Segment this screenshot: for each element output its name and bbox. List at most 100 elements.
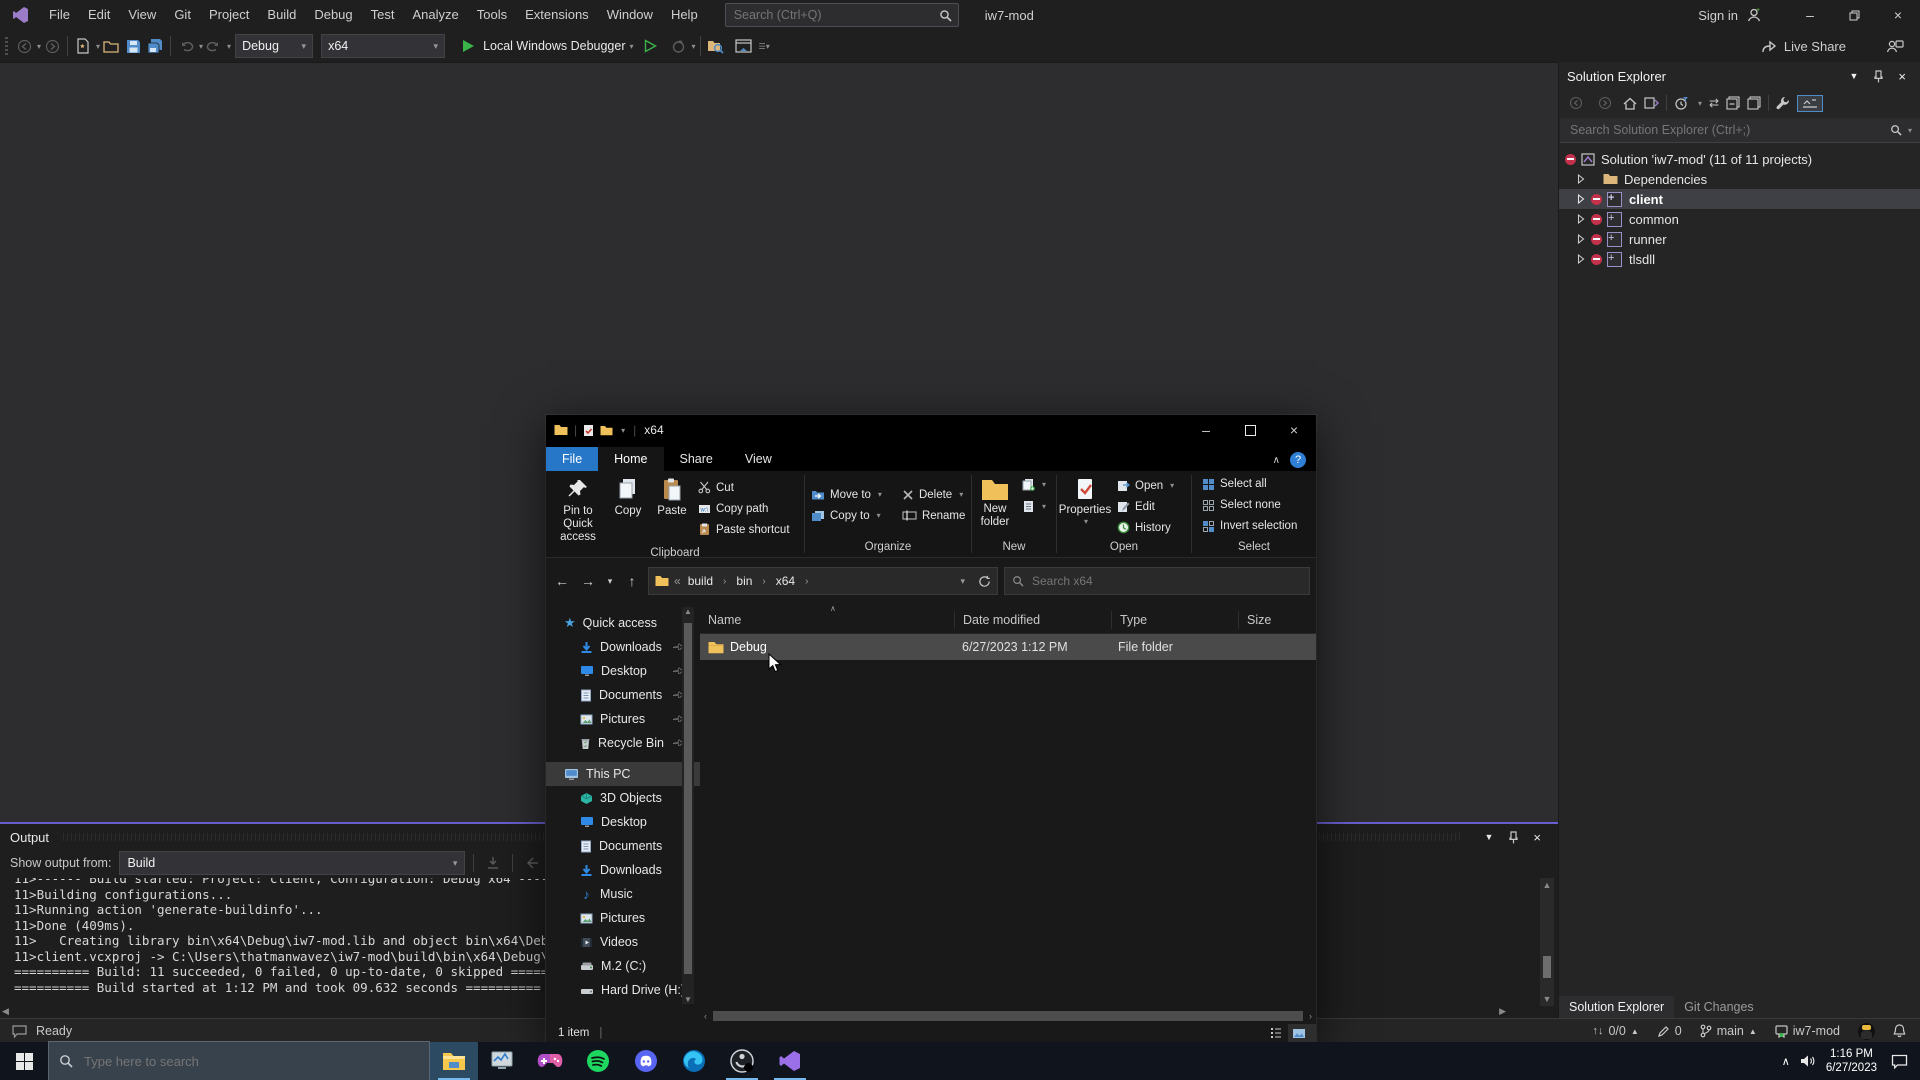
nav-quick-access[interactable]: ★ Quick access <box>546 611 700 635</box>
menu-file[interactable]: File <box>40 0 79 30</box>
menu-view[interactable]: View <box>119 0 165 30</box>
nav-scrollbar[interactable]: ▲ ▼ <box>682 607 694 1004</box>
run-target-label[interactable]: Local Windows Debugger <box>483 39 625 53</box>
profiler-icon[interactable] <box>668 35 690 57</box>
se-search-caret[interactable]: ▾ <box>1908 126 1912 135</box>
solution-explorer-search[interactable]: ▾ <box>1560 118 1920 143</box>
se-switch-views-icon[interactable] <box>1644 96 1659 110</box>
nav-desktop[interactable]: Desktop <box>546 810 700 834</box>
find-message-icon[interactable] <box>482 852 504 874</box>
output-source-dropdown[interactable]: Build▾ <box>119 851 465 875</box>
toolbar-grip[interactable] <box>5 37 8 55</box>
new-item-button[interactable]: ▾ <box>1018 476 1050 492</box>
action-center-icon[interactable] <box>1887 1054 1908 1069</box>
feedback-icon[interactable] <box>0 1019 36 1043</box>
nav-drive-h[interactable]: Hard Drive (H:) <box>546 978 700 1002</box>
platform-dropdown[interactable]: x64▾ <box>321 34 445 58</box>
cut-button[interactable]: Cut <box>694 477 794 498</box>
se-wrench-icon[interactable] <box>1776 96 1790 110</box>
sort-ascending-caret[interactable]: ∧ <box>830 604 836 613</box>
live-share-label[interactable]: Live Share <box>1784 39 1846 54</box>
nav-drive-c[interactable]: M.2 (C:) <box>546 954 700 978</box>
paste-shortcut-button[interactable]: Paste shortcut <box>694 519 794 540</box>
nav-downloads[interactable]: Downloads <box>546 858 700 882</box>
thumbnails-view-button[interactable] <box>1288 1024 1316 1042</box>
find-in-files-icon[interactable] <box>705 35 727 57</box>
se-back-icon[interactable] <box>1565 92 1587 114</box>
expander-icon[interactable] <box>1573 174 1589 184</box>
se-pending-changes-filter-icon[interactable] <box>1674 96 1689 110</box>
taskbar-search[interactable] <box>48 1041 430 1080</box>
new-folder-button[interactable]: New folder <box>972 473 1018 529</box>
menu-window[interactable]: Window <box>598 0 662 30</box>
breadcrumb-build[interactable]: build <box>686 574 715 588</box>
explorer-minimize-button[interactable]: – <box>1184 415 1228 445</box>
pin-panel-icon[interactable] <box>1866 70 1891 83</box>
back-button[interactable]: ← <box>552 573 572 589</box>
git-sync-status[interactable]: ↑↓0/0▲ <box>1583 1019 1647 1043</box>
taskbar-obs[interactable] <box>718 1042 766 1080</box>
column-name[interactable]: Name <box>700 611 955 629</box>
refresh-icon[interactable] <box>978 575 991 588</box>
toolbar-overflow-caret[interactable]: ☰▾ <box>759 42 770 51</box>
breadcrumb-bin[interactable]: bin <box>734 574 754 588</box>
easy-access-button[interactable]: ▾ <box>1018 498 1050 514</box>
taskbar-spotify[interactable] <box>574 1042 622 1080</box>
nav-3d-objects[interactable]: 3D Objects <box>546 786 700 810</box>
se-show-all-files-icon[interactable] <box>1797 95 1823 112</box>
address-field[interactable]: « build› bin› x64› ▾ <box>648 567 998 595</box>
qat-customize-caret[interactable]: ▾ <box>621 426 625 435</box>
tree-item-tlsdll[interactable]: tlsdll <box>1559 249 1920 269</box>
redo-icon[interactable] <box>203 35 225 57</box>
forward-button[interactable]: → <box>578 573 598 589</box>
tab-solution-explorer[interactable]: Solution Explorer <box>1559 996 1674 1018</box>
taskbar-discord[interactable] <box>622 1042 670 1080</box>
configuration-dropdown[interactable]: Debug▾ <box>235 34 313 58</box>
output-close-icon[interactable]: × <box>1526 830 1548 845</box>
menu-analyze[interactable]: Analyze <box>403 0 467 30</box>
qat-new-folder-icon[interactable] <box>600 425 613 436</box>
taskbar-search-input[interactable] <box>82 1053 419 1070</box>
explorer-horizontal-scrollbar[interactable]: ‹ › <box>700 1008 1316 1024</box>
taskbar-game-bar[interactable] <box>526 1042 574 1080</box>
taskbar-visual-studio[interactable] <box>766 1042 814 1080</box>
live-share-icon[interactable] <box>1761 39 1778 54</box>
tab-git-changes[interactable]: Git Changes <box>1674 996 1763 1018</box>
expander-icon[interactable] <box>1573 234 1589 244</box>
minimize-ribbon-icon[interactable]: ∧ <box>1263 450 1290 471</box>
nav-music[interactable]: ♪ Music <box>546 882 700 906</box>
open-folder-icon[interactable] <box>100 35 122 57</box>
ribbon-tab-home[interactable]: Home <box>598 447 663 471</box>
menu-debug[interactable]: Debug <box>305 0 361 30</box>
properties-button[interactable]: Properties ▾ <box>1057 473 1113 526</box>
redo-caret[interactable]: ▾ <box>227 42 231 51</box>
vs-close-button[interactable]: × <box>1876 0 1920 30</box>
tree-item-client[interactable]: client <box>1559 189 1920 209</box>
menu-edit[interactable]: Edit <box>79 0 119 30</box>
column-size[interactable]: Size <box>1239 611 1315 629</box>
explorer-search-box[interactable] <box>1004 567 1310 595</box>
ribbon-tab-share[interactable]: Share <box>664 447 729 471</box>
se-properties-pages-icon[interactable] <box>1747 96 1761 110</box>
delete-button[interactable]: Delete▾ <box>898 484 969 505</box>
menu-help[interactable]: Help <box>662 0 707 30</box>
file-row-debug[interactable]: Debug 6/27/2023 1:12 PM File folder <box>700 634 1316 660</box>
explorer-search-input[interactable] <box>1030 573 1302 589</box>
explorer-close-button[interactable]: × <box>1272 415 1316 445</box>
new-project-icon[interactable] <box>72 35 94 57</box>
panel-menu-caret[interactable]: ▼ <box>1841 71 1866 81</box>
expander-icon[interactable] <box>1573 254 1589 264</box>
output-pin-icon[interactable] <box>1501 831 1526 844</box>
address-dropdown-caret[interactable]: ▾ <box>960 576 965 587</box>
save-icon[interactable] <box>122 35 144 57</box>
sign-in-link[interactable]: Sign in <box>1698 8 1738 23</box>
move-to-button[interactable]: Move to▾ <box>807 484 886 505</box>
menu-git[interactable]: Git <box>165 0 200 30</box>
expander-icon[interactable] <box>1573 194 1589 204</box>
column-type[interactable]: Type <box>1112 611 1239 629</box>
start-debug-icon[interactable] <box>457 35 479 57</box>
recent-locations-caret[interactable]: ▾ <box>604 576 616 587</box>
menu-project[interactable]: Project <box>200 0 258 30</box>
nav-downloads-pinned[interactable]: Downloads📌︎ <box>546 635 700 659</box>
notifications-bell-icon[interactable] <box>1884 1019 1920 1043</box>
